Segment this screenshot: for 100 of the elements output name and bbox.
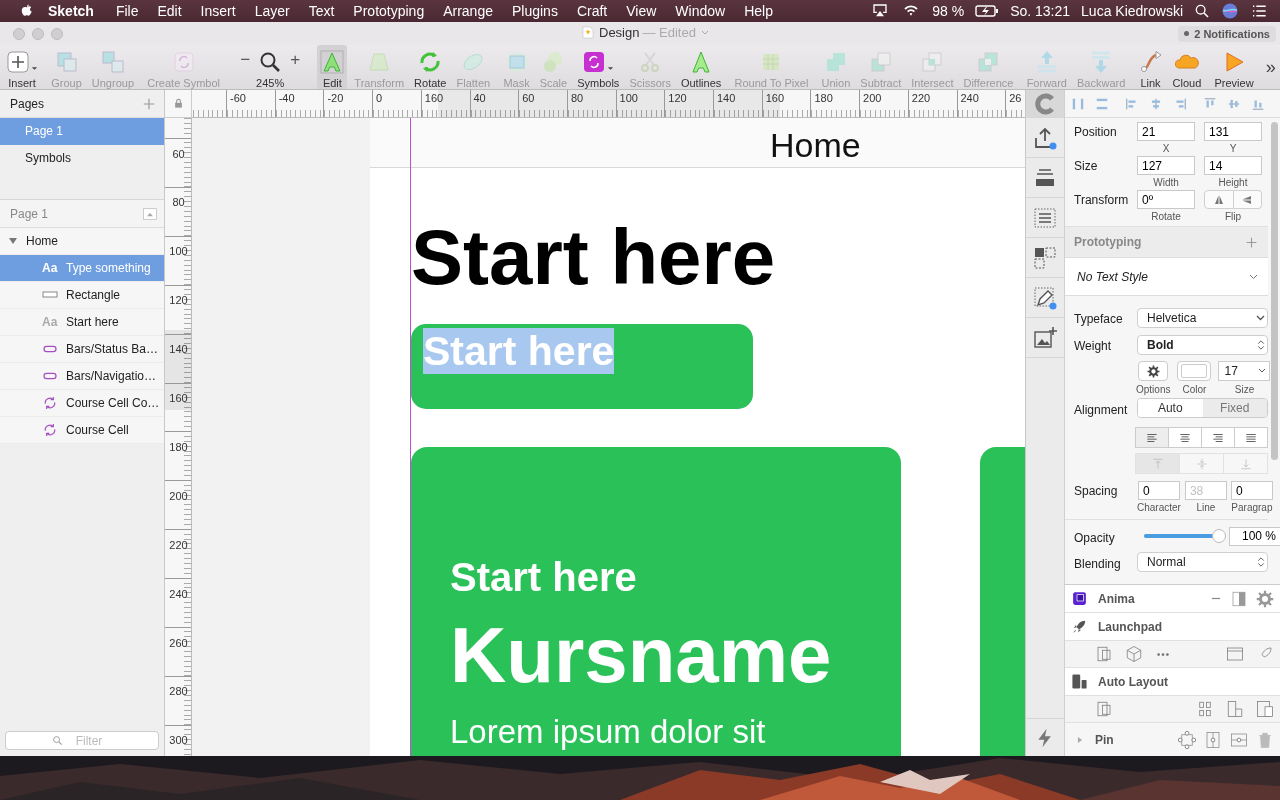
plugin-tool[interactable]: [1178, 730, 1196, 749]
number-field[interactable]: 131: [1204, 122, 1262, 141]
slider-thumb[interactable]: [1212, 529, 1226, 543]
plugin-tool[interactable]: [1204, 730, 1222, 749]
size-field[interactable]: 17: [1218, 361, 1271, 381]
card-title: Kursname: [450, 615, 833, 695]
app-menu[interactable]: Sketch: [48, 3, 94, 19]
zoom-out-button[interactable]: −: [240, 50, 251, 70]
export-icon: [1033, 125, 1057, 150]
text-align-button[interactable]: [1234, 427, 1268, 448]
number-field[interactable]: 0: [1230, 481, 1273, 500]
notifications-badge[interactable]: 2 Notifications: [1178, 25, 1276, 42]
options-button[interactable]: [1138, 361, 1169, 381]
field-label: Blending: [1074, 555, 1122, 571]
devices-icon: [1256, 700, 1274, 718]
plugin-tool[interactable]: [1230, 589, 1248, 608]
dropdown[interactable]: Bold: [1137, 334, 1268, 355]
segment-button[interactable]: Auto: [1138, 399, 1203, 417]
filter-field[interactable]: Filter: [5, 731, 159, 750]
layer-row[interactable]: Course Cell Co…: [0, 390, 164, 417]
plugin-tool[interactable]: [1256, 730, 1274, 749]
window-control[interactable]: [51, 27, 63, 40]
color-well[interactable]: [1177, 361, 1212, 381]
menu-item[interactable]: Window: [675, 3, 726, 19]
toolbar-button[interactable]: Outlines: [677, 45, 725, 89]
menu-item[interactable]: Layer: [254, 3, 290, 19]
dropdown[interactable]: Normal: [1137, 552, 1268, 572]
menu-item[interactable]: Edit: [157, 3, 182, 19]
number-field[interactable]: 21: [1137, 122, 1195, 141]
zoom-control[interactable]: − + 245%: [230, 45, 311, 89]
toolbar-button[interactable]: Edit: [317, 45, 348, 89]
window-control[interactable]: [13, 27, 25, 40]
plugin-tool[interactable]: [1256, 589, 1274, 608]
number-field[interactable]: 14: [1204, 156, 1262, 175]
plugin-title[interactable]: Pin: [1095, 732, 1114, 747]
plugin-tool[interactable]: [1196, 700, 1214, 718]
menu-item[interactable]: Help: [744, 3, 773, 19]
menu-item[interactable]: Plugins: [512, 3, 558, 19]
flip-button[interactable]: [1204, 190, 1234, 209]
lock-icon: [173, 98, 183, 109]
page-item[interactable]: Symbols: [0, 145, 164, 172]
menu-item[interactable]: Craft: [576, 3, 608, 19]
menu-item[interactable]: File: [115, 3, 139, 19]
layer-row[interactable]: Aa Start here: [0, 309, 164, 336]
size-value: 17: [1224, 364, 1238, 378]
menu-item[interactable]: Arrange: [443, 3, 493, 19]
dropdown[interactable]: Helvetica: [1137, 307, 1268, 328]
plugin-title[interactable]: Launchpad: [1098, 619, 1162, 634]
number-field[interactable]: 100 %: [1229, 526, 1280, 546]
menu-item[interactable]: Text: [308, 3, 335, 19]
layer-name: Home: [26, 234, 58, 248]
text-align-button[interactable]: [1201, 427, 1235, 448]
number-field[interactable]: 0: [1137, 481, 1180, 500]
plugin-tool[interactable]: [1095, 645, 1113, 663]
toolbar-button[interactable]: Cloud: [1169, 45, 1205, 89]
dropdown-value: Bold: [1147, 337, 1174, 352]
align-icon: [1149, 96, 1163, 111]
menu-item[interactable]: Prototyping: [353, 3, 425, 19]
heading-text: Start here: [411, 218, 777, 296]
card-body-text: Lorem ipsum dolor sit: [450, 713, 767, 751]
segment-button[interactable]: Fixed: [1202, 399, 1267, 417]
number-field[interactable]: 0º: [1137, 190, 1195, 209]
plugin-tool[interactable]: [1230, 730, 1248, 749]
toolbar-button[interactable]: Symbols: [574, 45, 623, 89]
plugin-tool[interactable]: [1210, 597, 1222, 600]
toolbar-button[interactable]: Preview: [1211, 45, 1257, 89]
scrollbar-thumb[interactable]: [1271, 122, 1278, 460]
layer-row[interactable]: Bars/Status Ba…: [0, 336, 164, 363]
align-icon: [1203, 96, 1217, 111]
window-control[interactable]: [32, 27, 44, 40]
plugin-tool[interactable]: [1095, 700, 1113, 718]
menu-item[interactable]: Insert: [200, 3, 236, 19]
plugin-title[interactable]: Anima: [1098, 591, 1135, 606]
toolbar-button[interactable]: Link: [1135, 45, 1166, 89]
zoom-in-button[interactable]: +: [290, 50, 301, 70]
flip-button[interactable]: [1233, 190, 1262, 209]
layer-row[interactable]: Course Cell: [0, 417, 164, 444]
field-caption: X: [1162, 143, 1170, 154]
panel-title: Page 1: [10, 206, 49, 221]
layer-row[interactable]: Bars/Navigatio…: [0, 363, 164, 390]
plugin-tool[interactable]: [1125, 645, 1143, 663]
menu-item[interactable]: View: [626, 3, 657, 19]
plugin-title[interactable]: Auto Layout: [1098, 674, 1168, 689]
layer-row[interactable]: Rectangle: [0, 282, 164, 309]
image-add-icon: [1033, 325, 1057, 350]
plugin-tool[interactable]: [1155, 651, 1171, 657]
plugin-tool[interactable]: [1256, 700, 1274, 718]
plugin-tool[interactable]: [1226, 645, 1244, 663]
plugin-tool[interactable]: [1226, 700, 1244, 718]
user-name[interactable]: Luca Kiedrowski: [1081, 3, 1183, 19]
number-field[interactable]: 127: [1137, 156, 1195, 175]
toolbar-button[interactable]: Insert: [3, 45, 41, 89]
number-field[interactable]: 38: [1184, 481, 1227, 500]
text-align-button[interactable]: [1168, 427, 1202, 448]
plus-icon: [1245, 235, 1258, 249]
window-icon: [1226, 645, 1244, 663]
layer-row[interactable]: Home: [0, 228, 164, 255]
toolbar-button[interactable]: Rotate: [411, 45, 450, 89]
toolbar-button[interactable]: »: [1263, 45, 1278, 89]
text-align-button[interactable]: [1135, 427, 1169, 448]
